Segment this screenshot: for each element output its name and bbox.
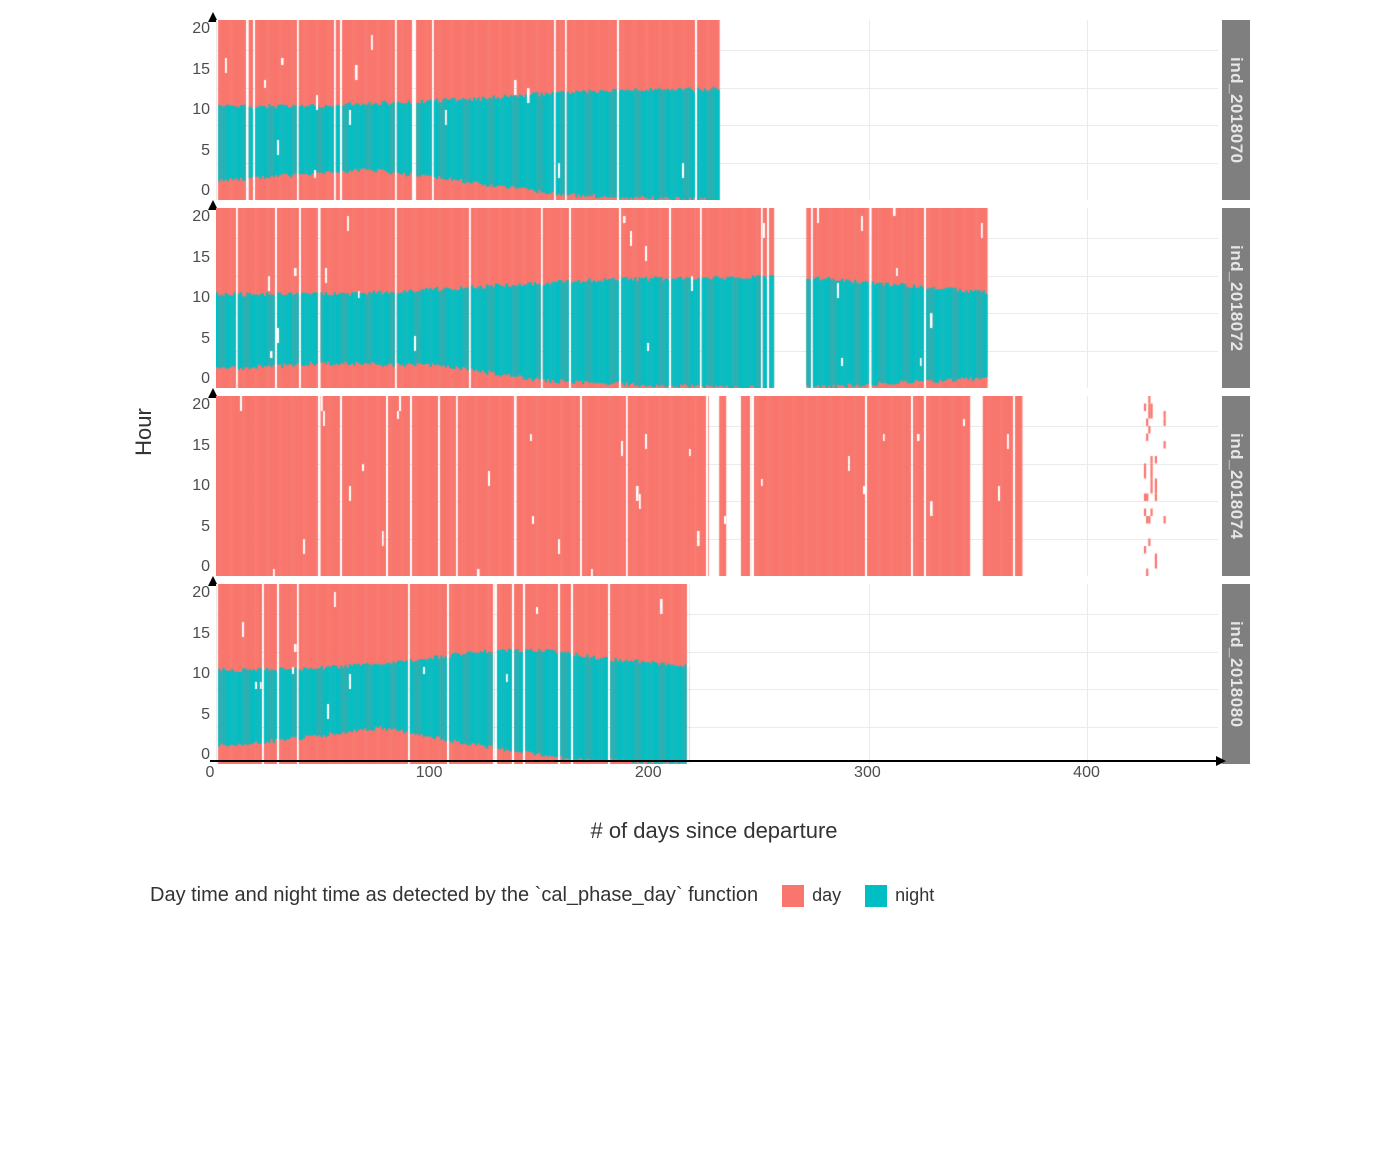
legend-label: day <box>812 885 841 906</box>
y-tick: 10 <box>192 101 210 119</box>
x-axis-title: # of days since departure <box>210 818 1218 844</box>
facet-row: 20 15 10 5 0 ind_2018074 <box>150 396 1250 576</box>
facet-strip: ind_2018080 <box>1222 584 1250 764</box>
heatmap-canvas <box>216 584 1218 764</box>
facet-label: ind_2018070 <box>1226 57 1246 164</box>
plot-area <box>216 396 1218 576</box>
y-tick: 15 <box>192 437 210 455</box>
y-tick: 0 <box>201 746 210 764</box>
facet-strip: ind_2018070 <box>1222 20 1250 200</box>
y-axis: 20 15 10 5 0 <box>150 208 216 388</box>
facet-label: ind_2018074 <box>1226 433 1246 540</box>
y-tick: 5 <box>201 518 210 536</box>
legend-label: night <box>895 885 934 906</box>
y-tick: 20 <box>192 20 210 38</box>
y-tick: 0 <box>201 182 210 200</box>
x-tick: 100 <box>416 764 443 782</box>
y-tick: 15 <box>192 625 210 643</box>
heatmap-canvas <box>216 396 1218 576</box>
heatmap-canvas <box>216 208 1218 388</box>
facet-strip: ind_2018072 <box>1222 208 1250 388</box>
y-tick: 0 <box>201 558 210 576</box>
facets: 20151050ind_201807020151050ind_201807220… <box>150 20 1250 764</box>
y-tick: 5 <box>201 706 210 724</box>
legend-title: Day time and night time as detected by t… <box>150 884 758 907</box>
y-tick: 20 <box>192 208 210 226</box>
y-axis: 20 15 10 5 0 <box>150 396 216 576</box>
facet-row: 20 15 10 5 0 ind_2018080 <box>150 584 1250 764</box>
legend: Day time and night time as detected by t… <box>150 884 1250 907</box>
x-tick: 400 <box>1073 764 1100 782</box>
legend-item: night <box>865 885 934 907</box>
legend-swatch <box>782 885 804 907</box>
facet-row: 20 15 10 5 0 ind_2018070 <box>150 20 1250 200</box>
facet-label: ind_2018080 <box>1226 621 1246 728</box>
facet-label: ind_2018072 <box>1226 245 1246 352</box>
y-tick: 15 <box>192 61 210 79</box>
x-tick: 200 <box>635 764 662 782</box>
plot-area <box>216 20 1218 200</box>
plot-area <box>216 208 1218 388</box>
y-tick: 5 <box>201 142 210 160</box>
y-tick: 20 <box>192 584 210 602</box>
legend-swatch <box>865 885 887 907</box>
x-tick: 0 <box>206 764 215 782</box>
y-tick: 10 <box>192 477 210 495</box>
facet-strip: ind_2018074 <box>1222 396 1250 576</box>
y-axis: 20 15 10 5 0 <box>150 584 216 764</box>
x-axis: 0100200300400 <box>210 760 1218 790</box>
legend-item: day <box>782 885 841 907</box>
y-tick: 10 <box>192 289 210 307</box>
y-tick: 0 <box>201 370 210 388</box>
y-tick: 5 <box>201 330 210 348</box>
y-tick: 15 <box>192 249 210 267</box>
x-arrow-icon <box>1216 756 1226 766</box>
facet-row: 20 15 10 5 0 ind_2018072 <box>150 208 1250 388</box>
x-tick: 300 <box>854 764 881 782</box>
y-tick: 10 <box>192 665 210 683</box>
heatmap-canvas <box>216 20 1218 200</box>
plot-area <box>216 584 1218 764</box>
facets-wrapper: Hour 20151050ind_201807020151050ind_2018… <box>150 20 1250 844</box>
y-tick: 20 <box>192 396 210 414</box>
chart-container: Hour 20151050ind_201807020151050ind_2018… <box>150 20 1250 907</box>
x-axis-row: 0 100 200 300 400 <box>150 760 1250 790</box>
y-axis: 20 15 10 5 0 <box>150 20 216 200</box>
